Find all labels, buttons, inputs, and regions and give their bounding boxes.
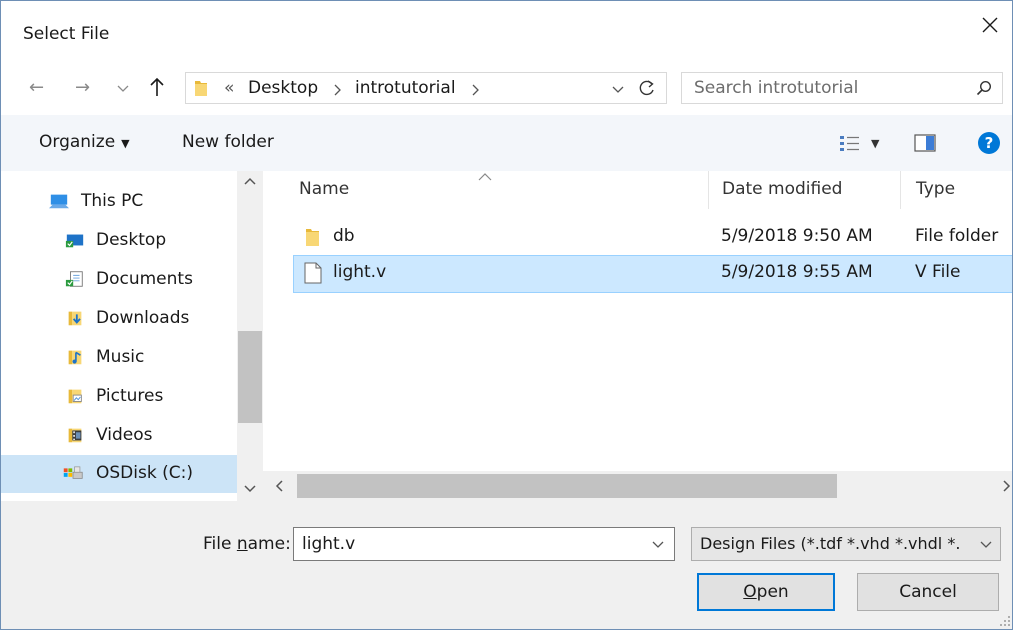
sidebar-item-label: Music <box>96 347 145 367</box>
help-icon[interactable]: ? <box>977 131 1001 155</box>
sidebar-item-videos[interactable]: Videos <box>1 417 237 455</box>
documents-icon <box>65 271 83 287</box>
navigation-bar: ← → « Desktop introtutorial Search intro… <box>1 53 1012 115</box>
recent-locations-chevron-icon[interactable] <box>117 85 129 93</box>
file-name: light.v <box>333 262 387 282</box>
folder-icon <box>306 229 319 246</box>
breadcrumb-desktop[interactable]: Desktop <box>248 78 318 98</box>
pictures-icon <box>68 389 82 404</box>
scroll-down-icon[interactable] <box>244 485 256 493</box>
sidebar-item-pictures[interactable]: Pictures <box>1 378 237 416</box>
scroll-up-icon[interactable] <box>244 177 256 185</box>
open-label: pen <box>756 582 789 602</box>
resize-grip-icon[interactable] <box>999 615 1011 627</box>
cancel-button[interactable]: Cancel <box>857 573 999 611</box>
search-input[interactable]: Search introtutorial <box>681 72 1003 104</box>
scroll-left-icon[interactable] <box>275 480 283 492</box>
view-options-icon[interactable] <box>839 134 861 152</box>
sidebar-item-label: Pictures <box>96 386 164 406</box>
sidebar-scrollbar[interactable] <box>237 171 263 501</box>
file-row-light-v[interactable]: light.v 5/9/2018 9:55 AM V File <box>293 255 1012 293</box>
breadcrumb-overflow[interactable]: « <box>224 78 234 98</box>
organize-dropdown-icon: ▼ <box>121 137 130 150</box>
sidebar-item-label: Downloads <box>96 308 190 328</box>
file-name-label-access-key: n <box>236 534 248 554</box>
sort-ascending-icon <box>478 173 492 181</box>
file-name-input[interactable]: light.v <box>293 527 675 561</box>
address-bar[interactable]: « Desktop introtutorial <box>185 72 667 104</box>
navigation-pane: This PC Desktop Documents Downloads Musi… <box>1 171 263 501</box>
sidebar-item-downloads[interactable]: Downloads <box>1 300 237 338</box>
music-icon <box>68 350 82 365</box>
breadcrumb-introtutorial[interactable]: introtutorial <box>355 78 456 98</box>
open-button[interactable]: Open <box>697 573 835 611</box>
open-access-key: O <box>743 582 757 602</box>
file-date: 5/9/2018 9:50 AM <box>721 226 873 246</box>
file-name-dropdown-icon[interactable] <box>652 541 664 549</box>
file-list: Name Date modified Type db 5/9/2018 9:50… <box>263 171 1012 501</box>
file-row-db[interactable]: db 5/9/2018 9:50 AM File folder <box>293 219 1012 257</box>
view-options-dropdown-icon[interactable]: ▼ <box>871 137 879 150</box>
breadcrumb-separator-icon[interactable] <box>472 84 480 96</box>
up-arrow-icon[interactable] <box>149 77 165 97</box>
file-type-filter-select[interactable]: Design Files (*.tdf *.vhd *.vhdl *. <box>691 527 1001 561</box>
new-folder-button[interactable]: New folder <box>182 132 274 152</box>
column-divider[interactable] <box>708 171 709 209</box>
file-name-label: File name: <box>203 534 291 554</box>
file-name-label-part: ame: <box>247 534 291 554</box>
sidebar-item-this-pc[interactable]: This PC <box>1 183 237 221</box>
sidebar-item-label: OSDisk (C:) <box>96 463 193 483</box>
column-header-date-modified[interactable]: Date modified <box>722 179 842 199</box>
file-list-horizontal-scrollbar[interactable] <box>263 471 1012 501</box>
forward-arrow-icon[interactable]: → <box>75 77 90 98</box>
horizontal-scroll-thumb[interactable] <box>297 474 837 498</box>
file-icon <box>304 262 322 284</box>
filter-dropdown-icon[interactable] <box>980 541 992 549</box>
svg-text:?: ? <box>985 134 994 152</box>
sidebar-scroll-thumb[interactable] <box>238 331 262 423</box>
sidebar-item-osdisk[interactable]: OSDisk (C:) <box>1 455 237 493</box>
column-header-type[interactable]: Type <box>916 179 955 199</box>
select-file-dialog: Select File ← → « Desktop introtutorial … <box>0 0 1013 630</box>
organize-menu-button[interactable]: Organize ▼ <box>39 132 130 152</box>
file-type: File folder <box>915 226 999 246</box>
downloads-icon <box>68 311 82 326</box>
sidebar-item-music[interactable]: Music <box>1 339 237 377</box>
file-type: V File <box>915 262 961 282</box>
scroll-right-icon[interactable] <box>1003 480 1011 492</box>
breadcrumb-separator-icon[interactable] <box>334 84 342 96</box>
file-type-filter-value: Design Files (*.tdf *.vhd *.vhdl *. <box>700 534 961 553</box>
folder-icon <box>195 81 207 96</box>
drive-icon <box>63 466 83 479</box>
command-toolbar: Organize ▼ New folder ▼ ? <box>1 115 1012 172</box>
file-date: 5/9/2018 9:55 AM <box>721 262 873 282</box>
refresh-icon[interactable] <box>638 79 656 97</box>
videos-icon <box>68 428 82 443</box>
sidebar-item-documents[interactable]: Documents <box>1 261 237 299</box>
sidebar-item-label: This PC <box>81 191 144 211</box>
sidebar-item-label: Desktop <box>96 230 167 250</box>
title-bar: Select File <box>1 1 1012 53</box>
pc-icon <box>49 194 69 209</box>
sidebar-item-label: Videos <box>96 425 153 445</box>
dialog-footer: File name: light.v Design Files (*.tdf *… <box>1 501 1012 629</box>
back-arrow-icon[interactable]: ← <box>29 77 44 98</box>
column-divider[interactable] <box>900 171 901 209</box>
sidebar-item-label: Documents <box>96 269 193 289</box>
search-icon[interactable] <box>976 80 992 96</box>
column-header-name[interactable]: Name <box>299 179 349 199</box>
desktop-icon <box>65 234 84 248</box>
window-title: Select File <box>23 24 110 44</box>
preview-pane-icon[interactable] <box>914 133 936 153</box>
address-dropdown-chevron-icon[interactable] <box>612 86 624 94</box>
search-placeholder: Search introtutorial <box>694 78 859 98</box>
organize-label: Organize <box>39 132 116 152</box>
file-name-value: light.v <box>302 534 356 554</box>
close-icon[interactable] <box>978 13 1002 37</box>
file-name: db <box>333 226 355 246</box>
file-name-label-part: File <box>203 534 237 554</box>
sidebar-item-desktop[interactable]: Desktop <box>1 222 237 260</box>
